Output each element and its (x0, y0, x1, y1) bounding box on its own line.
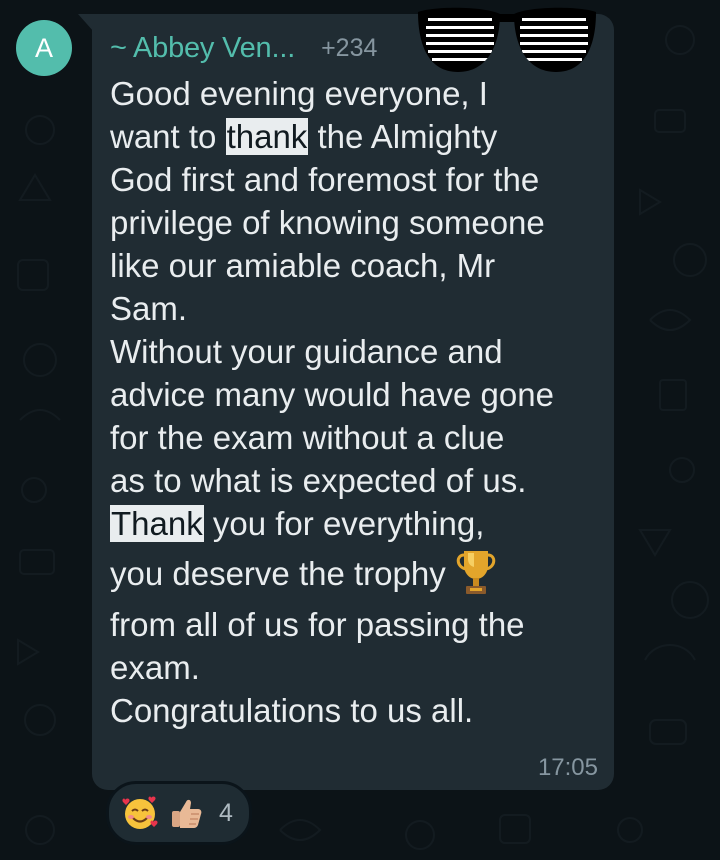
sunglasses-icon (418, 7, 596, 73)
message-line: privilege of knowing someone (110, 204, 545, 241)
thumbs-up-icon (172, 799, 202, 828)
message-line: want to thank the Almighty (110, 115, 606, 158)
message-line: for the exam without a clue (110, 419, 505, 456)
message-line: God first and foremost for the (110, 161, 540, 198)
message-line: Sam. (110, 290, 188, 327)
sender-phone[interactable]: +234 (321, 34, 377, 63)
message-text-segment: want to (110, 118, 226, 155)
sender-name[interactable]: ~ Abbey Ven... (110, 32, 295, 65)
message-line: as to what is expected of us. (110, 462, 527, 499)
reactions-pill[interactable]: 4 (106, 781, 252, 845)
message-line: Congratulations to us all. (110, 692, 474, 729)
message-text-segment: you deserve the trophy (110, 555, 446, 592)
message-line: Without your guidance and (110, 333, 503, 370)
message-line: Thank you for everything, (110, 502, 606, 545)
message-text-segment: the Almighty (308, 118, 498, 155)
message-bubble[interactable]: ~ Abbey Ven... +234 Good evening everyon… (92, 14, 614, 790)
message-line: Good evening everyone, I (110, 75, 488, 112)
sender-header: ~ Abbey Ven... +234 (110, 28, 377, 68)
trophy-icon (456, 551, 495, 595)
message-timestamp: 17:05 (537, 754, 598, 781)
sender-avatar[interactable]: A (16, 20, 72, 76)
message-line: you deserve the trophy (110, 545, 606, 603)
search-highlight: thank (225, 118, 309, 155)
message-line: exam. (110, 649, 200, 686)
message-text: Good evening everyone, I want to thank t… (110, 72, 606, 732)
reaction-count: 4 (219, 798, 233, 827)
avatar-initial: A (34, 32, 53, 63)
message-line: advice many would have gone (110, 376, 554, 413)
message-line: from all of us for passing the (110, 606, 525, 643)
smiling-face-with-hearts-icon (122, 796, 158, 829)
search-highlight: Thank (110, 505, 204, 542)
message-text-segment: you for everything, (203, 505, 485, 542)
message-line: like our amiable coach, Mr (110, 247, 496, 284)
